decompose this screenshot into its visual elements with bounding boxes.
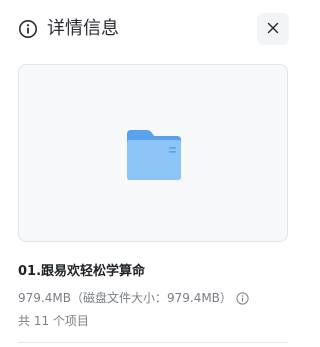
close-button[interactable] <box>257 13 289 45</box>
file-preview <box>18 64 288 242</box>
panel-header: 详情信息 <box>0 0 310 58</box>
panel-title: 详情信息 <box>47 18 119 39</box>
file-size: 979.4MB <box>18 291 71 305</box>
folder-icon <box>125 128 183 182</box>
file-size-info: 979.4MB （磁盘文件大小： 979.4MB ） <box>18 290 249 306</box>
disk-size-label: （磁盘文件大小： <box>70 291 167 305</box>
divider <box>18 342 288 343</box>
file-name: 01.跟易欢轻松学算命 <box>18 264 146 279</box>
disk-size-close: ） <box>219 291 232 305</box>
info-circle-icon <box>18 19 38 39</box>
close-icon <box>266 20 280 39</box>
disk-size: 979.4MB <box>166 291 220 305</box>
item-count: 共 11 个项目 <box>18 314 89 328</box>
info-circle-icon[interactable] <box>236 291 249 305</box>
details-panel: 详情信息 01.跟易欢轻松学算命 979.4MB （磁盘文件大小： 979.4M… <box>0 0 310 347</box>
